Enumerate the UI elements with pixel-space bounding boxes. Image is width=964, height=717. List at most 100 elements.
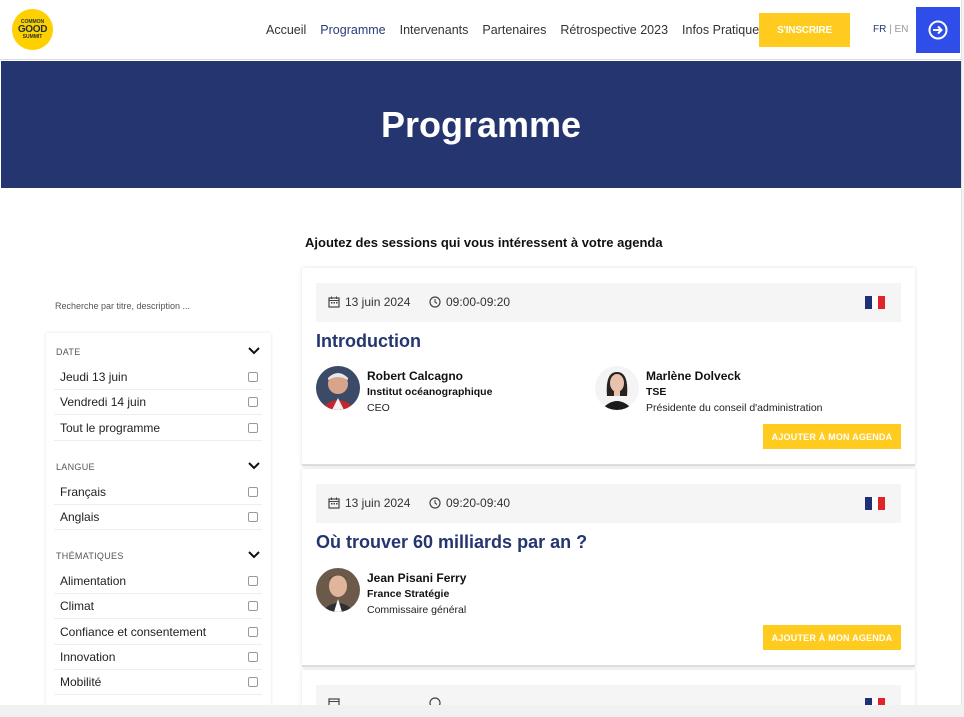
- session-date-text: 13 juin 2024: [345, 295, 411, 309]
- checkbox[interactable]: [248, 576, 258, 586]
- login-button[interactable]: [916, 7, 960, 53]
- filter-panel: DATE Jeudi 13 juin Vendredi 14 juin Tout…: [46, 333, 271, 705]
- filter-option-label: Vendredi 14 juin: [60, 395, 147, 409]
- language-switcher: FR | EN: [873, 24, 908, 35]
- calendar-icon: [328, 497, 340, 509]
- speaker-name: Robert Calcagno: [367, 369, 464, 383]
- french-flag-icon: [865, 698, 886, 705]
- session-title[interactable]: Où trouver 60 milliards par an ?: [316, 532, 587, 553]
- session-date: 13 juin 2024: [328, 295, 410, 309]
- speaker-name: Jean Pisani Ferry: [367, 571, 467, 585]
- clock-icon: [429, 296, 441, 308]
- horizontal-scrollbar[interactable]: [0, 705, 964, 717]
- filter-option-mobilite[interactable]: Mobilité: [54, 670, 262, 695]
- speaker-name: Marlène Dolveck: [646, 369, 741, 383]
- logo-line-3: SUMMIT: [22, 33, 43, 40]
- clock-icon: [429, 497, 441, 509]
- page-banner: Programme: [1, 61, 961, 188]
- lang-fr-link[interactable]: FR: [873, 24, 886, 35]
- filter-option-anglais[interactable]: Anglais: [54, 505, 262, 530]
- session-time-text: 09:00-09:20: [446, 295, 511, 309]
- chevron-down-icon[interactable]: [248, 462, 260, 470]
- site-header: COMMON GOOD SUMMIT Accueil Programme Int…: [0, 0, 961, 60]
- session-time-text: 09:20-09:40: [446, 496, 511, 510]
- calendar-icon: [328, 698, 340, 705]
- filter-option-label: Français: [60, 485, 107, 499]
- french-flag-icon: [865, 497, 886, 510]
- nav-item-infos-pratiques[interactable]: Infos Pratiques: [682, 23, 765, 37]
- filter-option-climat[interactable]: Climat: [54, 594, 262, 619]
- nav-item-retrospective[interactable]: Rétrospective 2023: [560, 23, 668, 37]
- nav-item-programme[interactable]: Programme: [320, 23, 385, 37]
- speaker-organization: Institut océanographique: [367, 386, 493, 398]
- french-flag-icon: [865, 296, 886, 309]
- session-card: 13 juin 2024 09:20-09:40 Où trouver 60 m…: [302, 469, 915, 667]
- session-meta: [316, 685, 901, 705]
- filter-option-label: Mobilité: [60, 675, 102, 689]
- session-card: 13 juin 2024 09:00-09:20 Introduction Ro…: [302, 268, 915, 466]
- session-card: [302, 670, 915, 705]
- lang-en-link[interactable]: EN: [895, 24, 909, 35]
- filter-group-date-title: DATE: [56, 347, 81, 357]
- speaker-card[interactable]: Jean Pisani Ferry France Stratégie Commi…: [316, 568, 576, 618]
- nav-item-intervenants[interactable]: Intervenants: [400, 23, 469, 37]
- nav-item-accueil[interactable]: Accueil: [266, 23, 306, 37]
- avatar: [316, 366, 360, 410]
- session-time: 09:20-09:40: [429, 496, 510, 510]
- filter-option-tout[interactable]: Tout le programme: [54, 416, 262, 441]
- clock-icon: [429, 697, 441, 705]
- signup-button[interactable]: S'INSCRIRE: [759, 13, 850, 47]
- logo-line-2: GOOD: [17, 23, 48, 35]
- checkbox[interactable]: [248, 677, 258, 687]
- checkbox[interactable]: [248, 601, 258, 611]
- speaker-card[interactable]: Marlène Dolveck TSE Présidente du consei…: [595, 366, 895, 416]
- main-nav: Accueil Programme Intervenants Partenair…: [266, 23, 779, 37]
- filter-option-vendredi[interactable]: Vendredi 14 juin: [54, 390, 262, 415]
- filter-option-innovation[interactable]: Innovation: [54, 645, 262, 670]
- filter-option-label: Tout le programme: [60, 421, 161, 435]
- filter-option-label: Innovation: [60, 650, 116, 664]
- speaker-organization: France Stratégie: [367, 588, 450, 600]
- filter-option-alimentation[interactable]: Alimentation: [54, 569, 262, 594]
- filter-group-thematiques-title: THÉMATIQUES: [56, 551, 124, 561]
- session-time: [429, 697, 446, 705]
- filter-option-jeudi[interactable]: Jeudi 13 juin: [54, 365, 262, 390]
- login-icon: [928, 20, 948, 40]
- session-time: 09:00-09:20: [429, 295, 510, 309]
- site-logo[interactable]: COMMON GOOD SUMMIT: [12, 9, 53, 50]
- search-input[interactable]: Recherche par titre, description ...: [55, 301, 190, 311]
- page: COMMON GOOD SUMMIT Accueil Programme Int…: [0, 0, 962, 705]
- filter-option-label: Anglais: [60, 510, 100, 524]
- session-date-text: 13 juin 2024: [345, 496, 411, 510]
- add-to-agenda-button[interactable]: AJOUTER À MON AGENDA: [763, 424, 901, 449]
- session-title[interactable]: Introduction: [316, 331, 421, 352]
- avatar: [316, 568, 360, 612]
- lang-separator: |: [886, 24, 895, 35]
- speaker-role: CEO: [367, 402, 390, 414]
- page-title: Programme: [380, 103, 582, 145]
- filter-option-confiance[interactable]: Confiance et consentement: [54, 620, 262, 645]
- checkbox[interactable]: [248, 512, 258, 522]
- checkbox[interactable]: [248, 487, 258, 497]
- speaker-role: Présidente du conseil d'administration: [646, 402, 823, 414]
- checkbox[interactable]: [248, 652, 258, 662]
- speaker-card[interactable]: Robert Calcagno Institut océanographique…: [316, 366, 576, 416]
- speaker-organization: TSE: [646, 386, 667, 398]
- add-to-agenda-button[interactable]: AJOUTER À MON AGENDA: [763, 625, 901, 650]
- session-meta: 13 juin 2024 09:20-09:40: [316, 484, 901, 523]
- calendar-icon: [328, 296, 340, 308]
- filter-group-langue-title: LANGUE: [56, 462, 95, 472]
- session-date: [328, 697, 345, 705]
- session-meta: 13 juin 2024 09:00-09:20: [316, 283, 901, 322]
- filter-option-label: Jeudi 13 juin: [60, 370, 128, 384]
- chevron-down-icon[interactable]: [248, 551, 260, 559]
- checkbox[interactable]: [248, 372, 258, 382]
- chevron-down-icon[interactable]: [248, 347, 260, 355]
- checkbox[interactable]: [248, 397, 258, 407]
- filter-option-francais[interactable]: Français: [54, 480, 262, 505]
- nav-item-partenaires[interactable]: Partenaires: [482, 23, 546, 37]
- filter-option-label: Climat: [60, 599, 95, 613]
- filter-option-label: Alimentation: [60, 574, 127, 588]
- checkbox[interactable]: [248, 627, 258, 637]
- checkbox[interactable]: [248, 423, 258, 433]
